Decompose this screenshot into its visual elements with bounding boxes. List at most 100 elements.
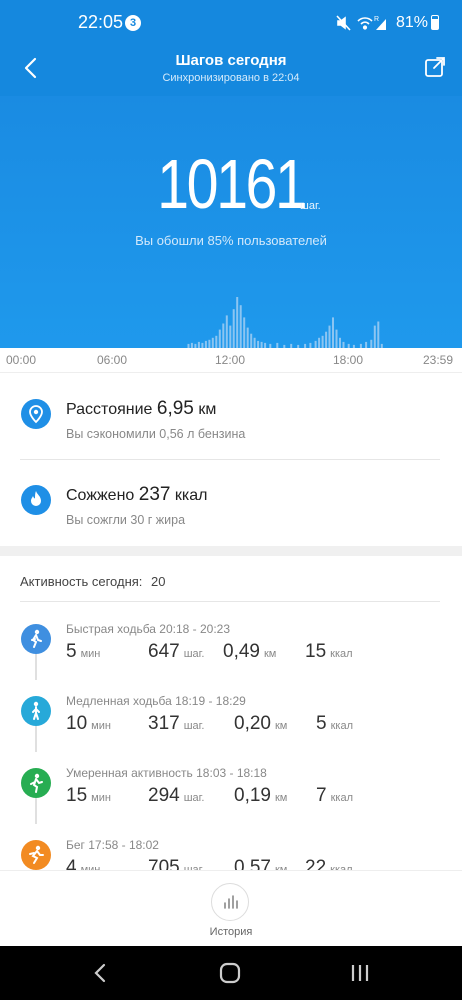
status-icons: R (336, 14, 392, 37)
notification-count-badge: 3 (125, 15, 141, 31)
distance-label: Расстояние (66, 401, 153, 418)
steps-histogram (187, 297, 383, 348)
histogram-bar (370, 339, 373, 348)
status-bar: 22:05 3 R 81% (0, 0, 462, 42)
steps-count: 10161 (157, 145, 307, 223)
axis-tick: 00:00 (6, 353, 37, 367)
calories-value: 237 (138, 484, 171, 505)
calories-label: Сожжено (66, 487, 135, 504)
activity-label: Быстрая ходьба 20:18 - 20:23 (66, 622, 231, 636)
histogram-bar (377, 321, 380, 348)
axis-tick: 12:00 (215, 353, 246, 367)
unit: ккал (330, 792, 353, 804)
activity-item[interactable]: Медленная ходьба 18:19 - 18:29 10 мин 317… (0, 694, 462, 768)
axis-tick: 23:59 (423, 353, 454, 367)
history-button[interactable] (211, 883, 249, 921)
nav-home-icon[interactable] (219, 962, 241, 984)
sync-status: Синхронизировано в 22:04 (162, 72, 300, 84)
wifi-icon (357, 17, 373, 30)
steps-unit: шаг. (300, 200, 321, 212)
unit: мин (91, 720, 111, 732)
section-gap (0, 546, 462, 556)
histogram-bar (239, 305, 242, 348)
histogram-bar (318, 337, 321, 348)
distance-value: 6,95 (156, 398, 194, 419)
unit: ккал (330, 720, 353, 732)
signal-icon: R (374, 16, 386, 30)
histogram-bar (335, 329, 338, 348)
histogram-bar (253, 337, 256, 348)
calories-unit: ккал (174, 487, 208, 504)
histogram-bar (236, 297, 239, 348)
history-label[interactable]: История (0, 926, 462, 938)
axis-tick: 06:00 (97, 353, 128, 367)
histogram-bar (321, 335, 324, 348)
histogram-bar (339, 337, 341, 348)
activity-calories: 15 (305, 641, 327, 662)
unit: ккал (330, 648, 353, 660)
location-pin-icon (21, 399, 51, 429)
distance-stat[interactable]: Расстояние 6,95 км Вы сэкономили 0,56 л … (0, 374, 462, 460)
share-icon[interactable] (424, 56, 446, 78)
app-header: Шагов сегодня Синхронизировано в 22:04 (0, 42, 462, 96)
unit: км (274, 792, 288, 804)
fast-walk-icon (21, 624, 51, 654)
histogram-bar (232, 309, 235, 348)
activity-minutes: 10 (66, 713, 88, 734)
status-time: 22:05 (78, 12, 124, 32)
histogram-bar (325, 331, 328, 348)
activity-title: Активность сегодня: (20, 574, 143, 589)
battery-percent: 81% (396, 14, 429, 31)
flame-icon (21, 485, 51, 515)
battery-icon (431, 15, 439, 30)
system-nav-bar (0, 946, 462, 1000)
histogram-bar (218, 329, 221, 348)
unit: мин (80, 648, 101, 660)
histogram-bar (208, 339, 211, 348)
activity-steps: 294 (148, 785, 180, 806)
time-axis: 00:00 06:00 12:00 18:00 23:59 (0, 348, 462, 373)
histogram-bar (332, 317, 334, 348)
calories-stat[interactable]: Сожжено 237 ккал Вы сожгли 30 г жира (0, 460, 462, 546)
page-title: Шагов сегодня (175, 52, 287, 69)
activity-label: Умеренная активность 18:03 - 18:18 (66, 766, 267, 780)
activity-item[interactable]: Умеренная активность 18:03 - 18:18 15 мин… (0, 766, 462, 840)
histogram-bar (257, 340, 260, 348)
steps-summary-panel: 10161 шаг. Вы обошли 85% пользователей (0, 96, 462, 348)
activity-minutes: 5 (66, 641, 77, 662)
activity-label: Медленная ходьба 18:19 - 18:29 (66, 694, 246, 708)
unit: шаг. (183, 792, 205, 804)
histogram-bar (204, 340, 207, 348)
unit: мин (91, 792, 111, 804)
app-root: 22:05 3 R 81% Шагов сегодня Синхронизиро… (0, 0, 462, 1000)
activity-count: 20 (151, 574, 166, 589)
histogram-bar (250, 333, 253, 348)
distance-unit: км (198, 401, 217, 418)
activity-header: Активность сегодня: 20 (20, 574, 166, 589)
axis-tick: 18:00 (333, 353, 364, 367)
activity-steps: 647 (148, 641, 180, 662)
histogram-bar (373, 325, 376, 348)
unit: шаг. (183, 720, 205, 732)
activity-calories: 5 (316, 713, 327, 734)
activity-distance: 0,20 (234, 713, 271, 734)
unit: шаг. (183, 648, 205, 660)
histogram-bar (222, 323, 225, 348)
histogram-bar (314, 340, 317, 348)
histogram-bar (215, 335, 218, 348)
moderate-activity-icon (21, 768, 51, 798)
activity-minutes: 15 (66, 785, 88, 806)
activity-item[interactable]: Быстрая ходьба 20:18 - 20:23 5 мин 647 шаг… (0, 622, 462, 696)
unit: км (274, 720, 288, 732)
histogram-bar (229, 325, 232, 348)
histogram-bar (328, 325, 331, 348)
activity-label: Бег 17:58 - 18:02 (66, 838, 159, 852)
nav-back-icon[interactable] (91, 963, 111, 983)
activity-distance: 0,19 (234, 785, 271, 806)
histogram-bar (225, 315, 228, 348)
nav-recents-icon[interactable] (350, 963, 370, 983)
histogram-bar (246, 327, 249, 348)
mute-icon (336, 15, 351, 31)
activity-calories: 7 (316, 785, 327, 806)
slow-walk-icon (21, 696, 51, 726)
